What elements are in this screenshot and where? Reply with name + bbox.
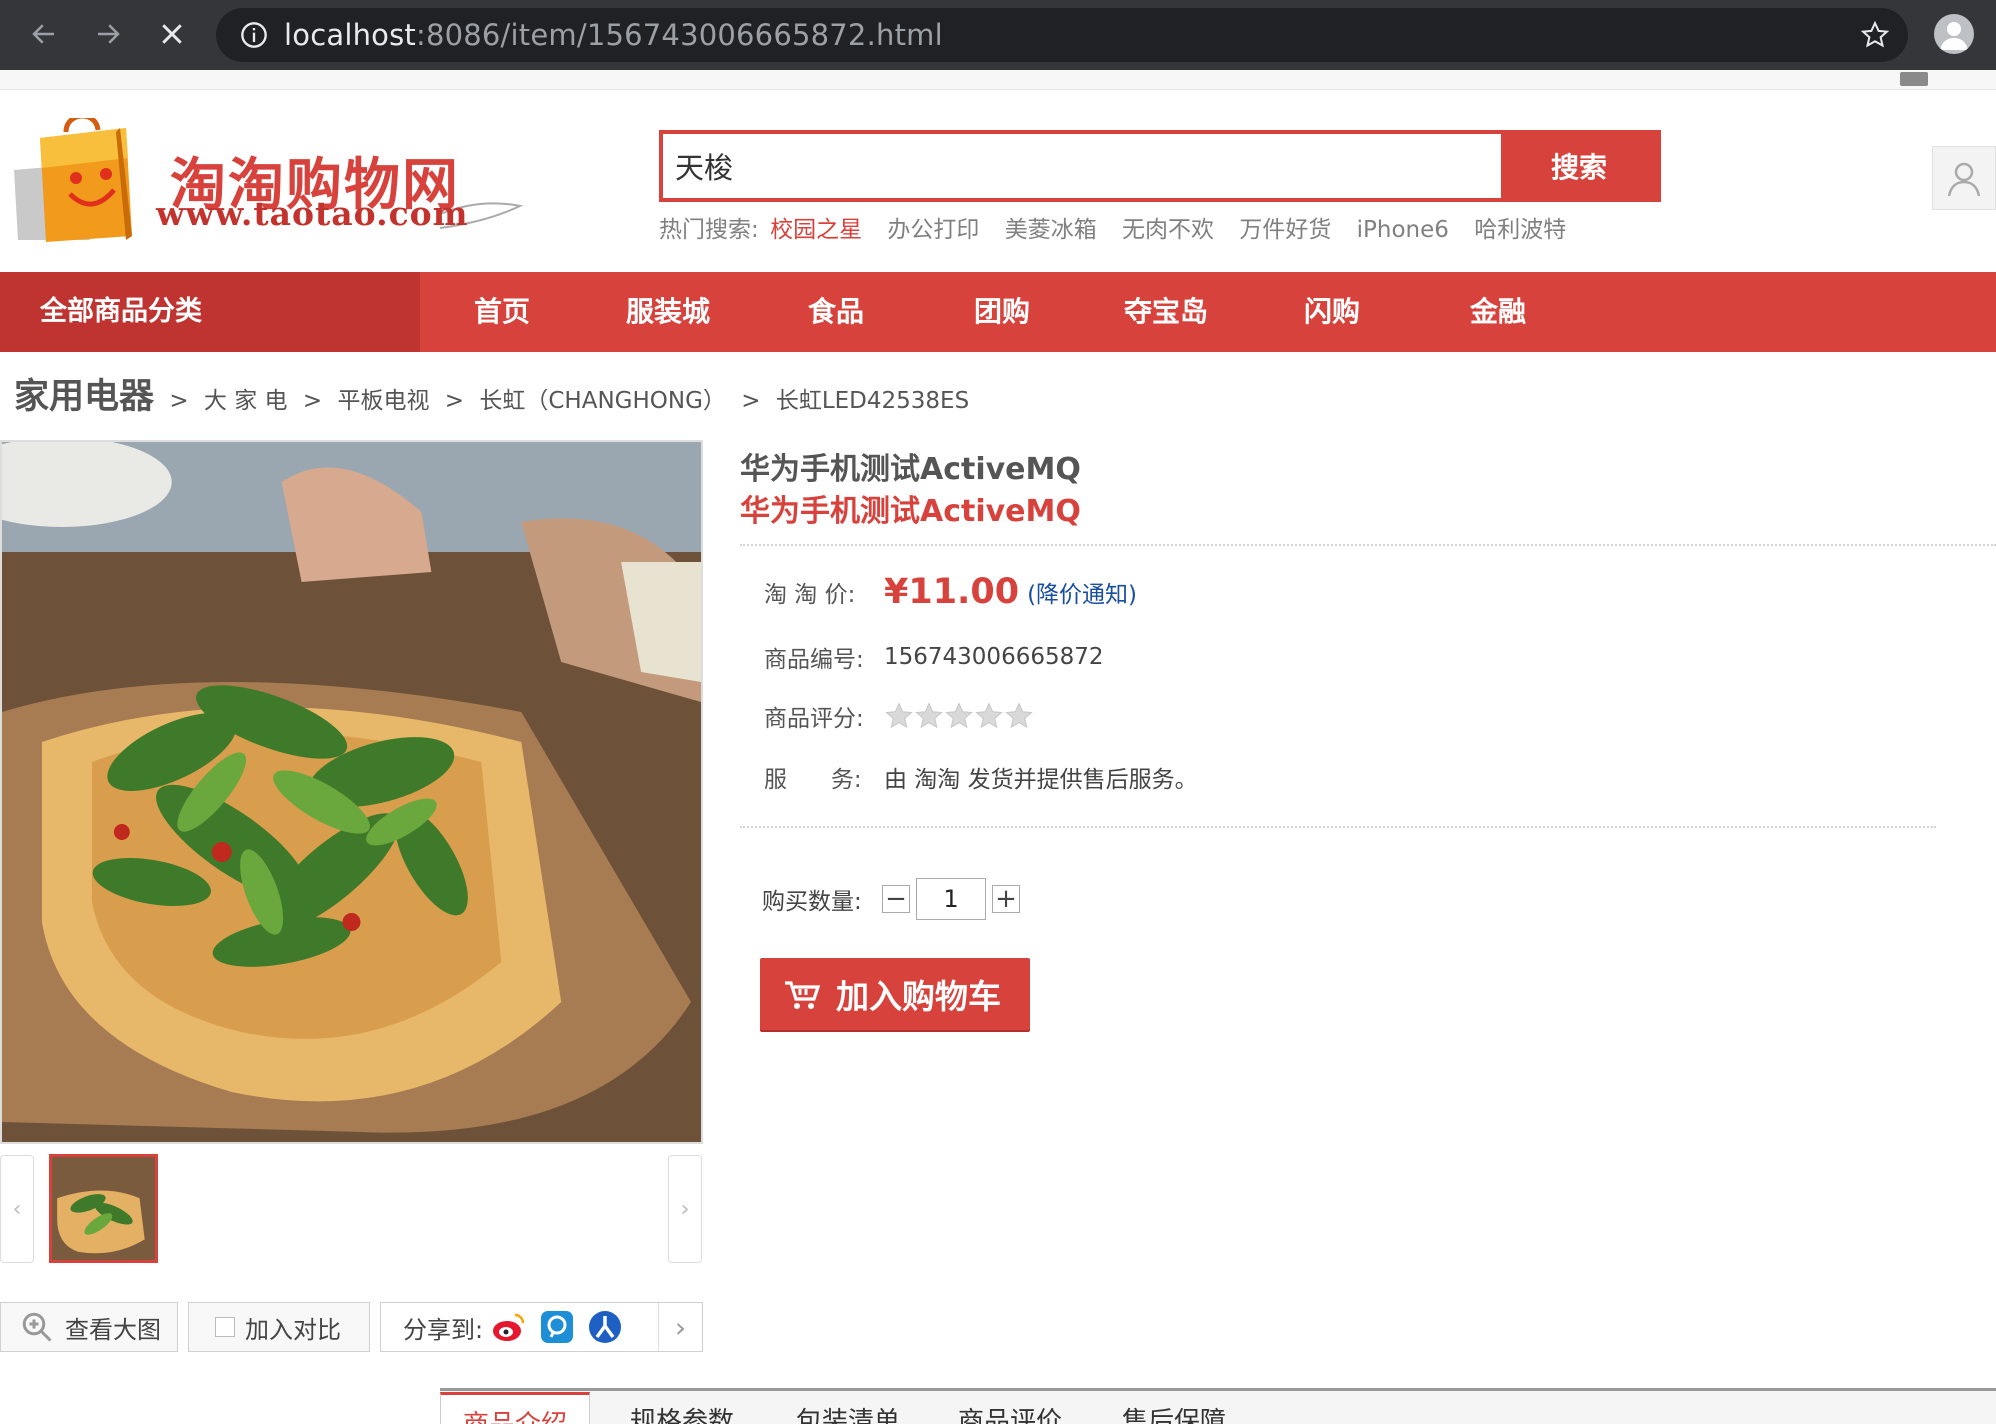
star-icon: [945, 702, 973, 729]
search-box: 搜索: [659, 130, 1661, 202]
breadcrumb-item: 长虹LED42538ES: [775, 388, 970, 414]
star-icon: [915, 702, 943, 729]
hot-searches: 热门搜索: 校园之星 办公打印 美菱冰箱 无肉不欢 万件好货 iPhone6 哈…: [659, 210, 1584, 244]
main-nav: 全部商品分类 首页 服装城 食品 团购 夺宝岛 闪购 金融: [0, 272, 1996, 352]
product-subtitle: 华为手机测试ActiveMQ: [740, 494, 1081, 529]
divider: [740, 826, 1936, 828]
breadcrumb-item[interactable]: 大 家 电: [204, 388, 288, 414]
sku-label: 商品编号:: [764, 647, 864, 673]
hot-search-link[interactable]: 哈利波特: [1474, 217, 1566, 243]
product-main-image[interactable]: [0, 440, 703, 1144]
nav-link-flash-sale[interactable]: 闪购: [1304, 272, 1360, 352]
share-label: 分享到:: [403, 1315, 484, 1344]
zoom-in-icon: [22, 1312, 52, 1342]
service-value: 由 淘淘 发货并提供售后服务。: [884, 767, 1198, 793]
product-title: 华为手机测试ActiveMQ: [740, 452, 1081, 487]
service-label: 服 务:: [764, 767, 862, 793]
breadcrumb-sep: >: [169, 388, 189, 414]
hot-search-label: 热门搜索:: [659, 217, 759, 243]
add-to-cart-label: 加入购物车: [836, 977, 1001, 1016]
view-large-image-button[interactable]: 查看大图: [0, 1302, 178, 1352]
logo-url: www.taotao.com: [156, 194, 469, 233]
nav-link-clothing[interactable]: 服装城: [626, 272, 710, 352]
hot-search-link[interactable]: 美菱冰箱: [1005, 217, 1097, 243]
info-icon[interactable]: [240, 21, 268, 49]
breadcrumb-item[interactable]: 长虹（CHANGHONG）: [479, 388, 726, 414]
quantity-increase-button[interactable]: +: [992, 884, 1020, 914]
nav-link-food[interactable]: 食品: [808, 272, 864, 352]
hot-search-link[interactable]: 办公打印: [887, 217, 979, 243]
nav-link-finance[interactable]: 金融: [1470, 272, 1526, 352]
nav-link-home[interactable]: 首页: [474, 272, 530, 352]
stop-loading-icon[interactable]: [152, 14, 192, 54]
share-bar: 分享到: ›: [380, 1302, 703, 1352]
quantity-label: 购买数量:: [762, 889, 862, 915]
weibo-share-icon[interactable]: [491, 1309, 527, 1345]
star-icon: [1005, 702, 1033, 729]
cart-icon: [785, 981, 821, 1009]
breadcrumb: 家用电器 > 大 家 电 > 平板电视 > 长虹（CHANGHONG） > 长虹…: [14, 368, 977, 419]
forward-icon[interactable]: [88, 14, 128, 54]
user-center-button[interactable]: [1932, 146, 1996, 210]
profile-avatar-icon[interactable]: [1934, 14, 1974, 54]
quantity-decrease-button[interactable]: −: [882, 884, 910, 914]
rating-row: 商品评分:: [764, 699, 1034, 733]
add-to-compare-label: 加入对比: [245, 1315, 341, 1344]
sku-row: 商品编号: 156743006665872: [764, 640, 1104, 674]
browser-toolbar: localhost:8086/item/156743006665872.html: [0, 0, 1996, 70]
tab-product-intro[interactable]: 商品介绍: [440, 1392, 591, 1424]
bookmark-star-icon[interactable]: [1860, 20, 1890, 50]
user-icon: [1947, 162, 1981, 197]
search-button[interactable]: 搜索: [1501, 134, 1657, 198]
thumb-prev-button[interactable]: ‹: [0, 1155, 34, 1263]
search-input[interactable]: [663, 134, 1501, 198]
price-row: 淘 淘 价: ¥11.00 (降价通知): [764, 572, 1137, 612]
add-to-cart-button[interactable]: 加入购物车: [760, 958, 1030, 1030]
price-drop-notice-link[interactable]: (降价通知): [1027, 575, 1137, 609]
rating-stars: [884, 701, 1034, 731]
tab-after-sales[interactable]: 售后保障: [1122, 1392, 1226, 1424]
all-categories-menu[interactable]: 全部商品分类: [0, 272, 420, 352]
hot-search-link[interactable]: 万件好货: [1239, 217, 1331, 243]
thumb-next-button[interactable]: ›: [668, 1155, 702, 1263]
rating-label: 商品评分:: [764, 706, 864, 732]
breadcrumb-root[interactable]: 家用电器: [14, 377, 154, 417]
product-price: ¥11.00: [884, 572, 1020, 612]
back-icon[interactable]: [24, 14, 64, 54]
star-icon: [885, 702, 913, 729]
url-text: localhost:8086/item/156743006665872.html: [284, 18, 943, 52]
quantity-row: 购买数量: − +: [762, 878, 1020, 920]
star-icon: [975, 702, 1003, 729]
add-to-compare-button[interactable]: 加入对比: [188, 1302, 370, 1352]
compare-checkbox[interactable]: [215, 1317, 235, 1337]
hot-search-link[interactable]: 校园之星: [770, 217, 862, 243]
tab-specs[interactable]: 规格参数: [630, 1392, 734, 1424]
tencent-share-icon[interactable]: [539, 1309, 575, 1345]
renren-share-icon[interactable]: [587, 1309, 623, 1345]
mobile-icon[interactable]: [1900, 72, 1928, 86]
sku-value: 156743006665872: [884, 644, 1104, 670]
quantity-input[interactable]: [916, 878, 986, 920]
view-large-image-label: 查看大图: [65, 1315, 161, 1344]
divider: [740, 544, 1996, 546]
service-row: 服 务: 由 淘淘 发货并提供售后服务。: [764, 760, 1198, 794]
price-label: 淘 淘 价:: [764, 582, 856, 608]
breadcrumb-sep: >: [741, 388, 761, 414]
hot-search-link[interactable]: 无肉不欢: [1122, 217, 1214, 243]
breadcrumb-sep: >: [302, 388, 323, 414]
site-topbar: [0, 70, 1996, 90]
address-bar[interactable]: localhost:8086/item/156743006665872.html: [216, 8, 1908, 62]
hot-search-link[interactable]: iPhone6: [1357, 217, 1449, 243]
breadcrumb-item[interactable]: 平板电视: [337, 388, 429, 414]
product-thumbnail[interactable]: [49, 1154, 158, 1263]
tab-package-list[interactable]: 包装清单: [796, 1392, 900, 1424]
breadcrumb-sep: >: [444, 388, 465, 414]
nav-link-group-buy[interactable]: 团购: [974, 272, 1030, 352]
share-more-arrow[interactable]: ›: [658, 1303, 702, 1351]
tab-reviews[interactable]: 商品评价: [958, 1392, 1062, 1424]
nav-link-treasure-island[interactable]: 夺宝岛: [1124, 272, 1208, 352]
